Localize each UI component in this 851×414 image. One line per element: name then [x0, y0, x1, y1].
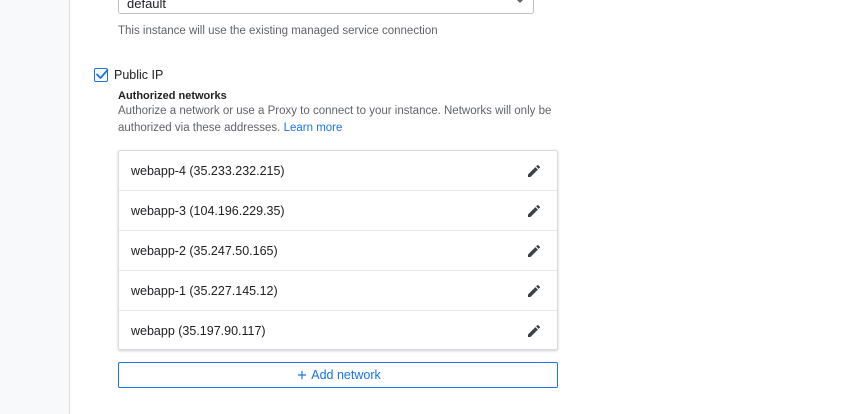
authorized-networks-title: Authorized networks: [118, 90, 227, 102]
public-ip-label: Public IP: [114, 68, 164, 82]
pencil-icon[interactable]: [526, 323, 542, 339]
pencil-icon[interactable]: [526, 163, 542, 179]
network-row: webapp-4 (35.233.232.215): [119, 151, 557, 191]
network-label: webapp-2 (35.247.50.165): [131, 244, 278, 258]
chevron-down-icon: [515, 0, 525, 3]
authorized-networks-description: Authorize a network or use a Proxy to co…: [118, 103, 558, 136]
network-label: webapp-4 (35.233.232.215): [131, 164, 285, 178]
network-label: webapp-3 (104.196.229.35): [131, 204, 285, 218]
network-row: webapp-2 (35.247.50.165): [119, 231, 557, 271]
network-select-hint: This instance will use the existing mana…: [118, 25, 438, 37]
network-label: webapp (35.197.90.117): [131, 324, 266, 338]
check-icon: [96, 69, 109, 79]
network-select-value: default: [127, 0, 167, 11]
public-ip-option[interactable]: Public IP: [94, 67, 163, 83]
pencil-icon[interactable]: [526, 283, 542, 299]
network-row: webapp (35.197.90.117): [119, 311, 557, 351]
left-rail: [0, 0, 70, 414]
public-ip-checkbox[interactable]: [94, 68, 109, 82]
add-network-button[interactable]: Add network: [118, 362, 558, 388]
add-network-label: Add network: [311, 368, 381, 382]
network-select[interactable]: default: [118, 0, 534, 14]
authorized-networks-list: webapp-4 (35.233.232.215) webapp-3 (104.…: [118, 150, 558, 350]
learn-more-link[interactable]: Learn more: [284, 122, 343, 134]
network-row: webapp-3 (104.196.229.35): [119, 191, 557, 231]
network-row: webapp-1 (35.227.145.12): [119, 271, 557, 311]
network-label: webapp-1 (35.227.145.12): [131, 284, 278, 298]
pencil-icon[interactable]: [526, 203, 542, 219]
plus-icon: [298, 370, 307, 380]
pencil-icon[interactable]: [526, 243, 542, 259]
